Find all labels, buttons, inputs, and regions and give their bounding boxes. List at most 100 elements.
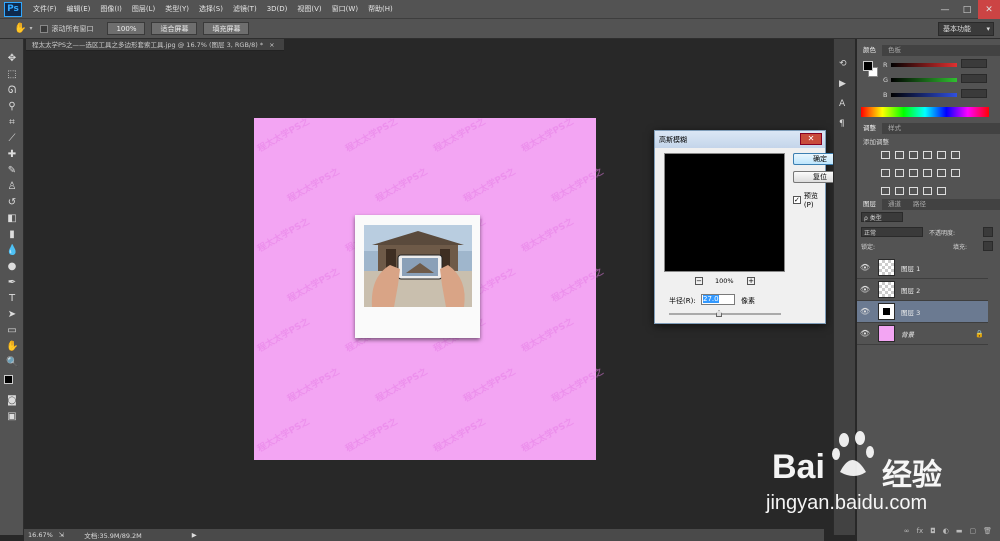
layer-kind-filter[interactable]: ρ 类型	[861, 212, 903, 222]
adjustment-icon[interactable]	[895, 187, 904, 195]
zoom-in-button[interactable]: +	[747, 277, 755, 285]
layer-row-selected[interactable]: 👁 图层 3	[857, 301, 988, 323]
marquee-tool-icon[interactable]: ⬚	[6, 69, 18, 81]
color-spectrum[interactable]	[861, 107, 989, 117]
menu-select[interactable]: 选择(S)	[194, 4, 228, 14]
crop-tool-icon[interactable]: ⌗	[6, 117, 18, 129]
visibility-eye-icon[interactable]: 👁	[857, 329, 873, 338]
move-tool-icon[interactable]: ✥	[6, 53, 18, 65]
lasso-tool-icon[interactable]: ᘏ	[6, 85, 18, 97]
tab-swatches[interactable]: 色板	[882, 45, 907, 56]
close-tab-icon[interactable]: ×	[269, 41, 274, 49]
adjustment-icon[interactable]	[881, 151, 890, 159]
menu-help[interactable]: 帮助(H)	[363, 4, 398, 14]
type-tool-icon[interactable]: T	[6, 293, 18, 305]
preview-checkbox-row[interactable]: ✓ 预览(P)	[793, 191, 825, 209]
adjustment-icon[interactable]	[881, 187, 890, 195]
tab-color[interactable]: 颜色	[857, 45, 882, 56]
channel-r-input[interactable]	[961, 59, 987, 68]
adjustment-icon[interactable]	[909, 187, 918, 195]
adjustment-icon[interactable]	[895, 169, 904, 177]
pen-tool-icon[interactable]: ✒	[6, 277, 18, 289]
fill-screen-button[interactable]: 填充屏幕	[203, 22, 250, 35]
menu-file[interactable]: 文件(F)	[28, 4, 62, 14]
preview-checkbox[interactable]: ✓	[793, 196, 801, 204]
tab-paths[interactable]: 路径	[907, 199, 932, 210]
menu-image[interactable]: 图像(I)	[95, 4, 127, 14]
export-icon[interactable]: ⇲	[59, 531, 64, 539]
shape-tool-icon[interactable]: ▭	[6, 325, 18, 337]
brush-tool-icon[interactable]: ✎	[6, 165, 18, 177]
menu-3d[interactable]: 3D(D)	[262, 5, 293, 13]
document-tab[interactable]: 程太太学PS之——选区工具之多边形套索工具.jpg @ 16.7% (图层 3,…	[26, 39, 284, 51]
paragraph-icon[interactable]: ¶	[839, 119, 845, 129]
layer-row[interactable]: 👁 图层 2	[857, 279, 988, 301]
workspace-select[interactable]: 基本功能 ▾	[938, 22, 994, 36]
adjustment-icon[interactable]	[937, 151, 946, 159]
hand-tool-icon[interactable]: ✋	[6, 341, 18, 353]
fill-input[interactable]	[983, 241, 993, 251]
visibility-eye-icon[interactable]: 👁	[857, 285, 873, 294]
actions-icon[interactable]: ▶	[839, 79, 846, 89]
foreground-color-swatch[interactable]	[4, 375, 13, 384]
hand-tool-icon[interactable]: ✋	[14, 23, 26, 34]
channel-b-input[interactable]	[961, 89, 987, 98]
tab-layers[interactable]: 图层	[857, 199, 882, 210]
channel-b-slider[interactable]	[891, 93, 957, 97]
adjustment-icon[interactable]	[909, 151, 918, 159]
healing-tool-icon[interactable]: ✚	[6, 149, 18, 161]
adjustment-icon[interactable]	[923, 151, 932, 159]
visibility-eye-icon[interactable]: 👁	[857, 263, 873, 272]
maximize-button[interactable]: □	[956, 0, 978, 19]
minimize-button[interactable]: —	[934, 0, 956, 19]
eyedropper-tool-icon[interactable]: ⟋	[6, 133, 18, 145]
adjustment-icon[interactable]	[881, 169, 890, 177]
zoom-level[interactable]: 16.67%	[28, 531, 53, 539]
character-icon[interactable]: A	[839, 99, 845, 109]
menu-filter[interactable]: 滤镜(T)	[228, 4, 262, 14]
opacity-input[interactable]	[983, 227, 993, 237]
history-brush-tool-icon[interactable]: ↺	[6, 197, 18, 209]
fit-screen-button[interactable]: 适合屏幕	[151, 22, 198, 35]
layer-row[interactable]: 👁 背景 🔒	[857, 323, 988, 345]
stamp-tool-icon[interactable]: ♙	[6, 181, 18, 193]
quick-mask-icon[interactable]: ◙	[6, 395, 18, 407]
history-icon[interactable]: ⟲	[839, 59, 847, 69]
menu-window[interactable]: 窗口(W)	[327, 4, 363, 14]
scroll-all-checkbox[interactable]	[40, 24, 49, 33]
zoom-out-button[interactable]: −	[695, 277, 703, 285]
zoom-100-button[interactable]: 100%	[107, 22, 146, 35]
close-button[interactable]: ✕	[978, 0, 1000, 19]
channel-r-slider[interactable]	[891, 63, 957, 67]
menu-edit[interactable]: 编辑(E)	[62, 4, 96, 14]
quick-select-tool-icon[interactable]: ⚲	[6, 101, 18, 113]
tab-adjustments[interactable]: 调整	[857, 123, 882, 134]
chevron-down-icon[interactable]: ▾	[29, 25, 32, 32]
status-menu-arrow-icon[interactable]: ▶	[192, 531, 197, 539]
adjustment-icon[interactable]	[923, 187, 932, 195]
screen-mode-icon[interactable]: ▣	[6, 411, 18, 423]
adjustment-icon[interactable]	[895, 151, 904, 159]
visibility-eye-icon[interactable]: 👁	[857, 307, 873, 316]
radius-slider-track[interactable]	[669, 313, 781, 315]
menu-type[interactable]: 类型(Y)	[160, 4, 194, 14]
foreground-color-swatch[interactable]	[863, 61, 873, 71]
adjustment-icon[interactable]	[937, 169, 946, 177]
zoom-tool-icon[interactable]: 🔍	[6, 357, 18, 369]
tab-channels[interactable]: 通道	[882, 199, 907, 210]
adjustment-icon[interactable]	[951, 151, 960, 159]
blend-mode-select[interactable]: 正常	[861, 227, 923, 237]
blur-tool-icon[interactable]: 💧	[6, 245, 18, 257]
blur-preview[interactable]	[664, 153, 785, 272]
path-select-tool-icon[interactable]: ➤	[6, 309, 18, 321]
dodge-tool-icon[interactable]: ●	[6, 261, 18, 273]
radius-slider-thumb[interactable]	[716, 310, 722, 317]
channel-g-input[interactable]	[961, 74, 987, 83]
tab-styles[interactable]: 样式	[882, 123, 907, 134]
adjustment-icon[interactable]	[937, 187, 946, 195]
eraser-tool-icon[interactable]: ◧	[6, 213, 18, 225]
dialog-close-button[interactable]: ✕	[800, 133, 822, 145]
adjustment-icon[interactable]	[923, 169, 932, 177]
gradient-tool-icon[interactable]: ▮	[6, 229, 18, 241]
menu-layer[interactable]: 图层(L)	[127, 4, 160, 14]
